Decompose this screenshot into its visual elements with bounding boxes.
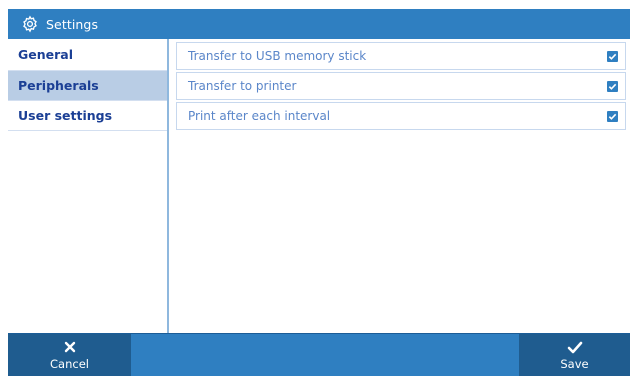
option-row-print-interval[interactable]: Print after each interval: [176, 102, 626, 130]
cancel-label: Cancel: [50, 357, 89, 371]
sidebar-item-label: General: [18, 47, 73, 62]
settings-window: Settings General Peripherals User settin…: [0, 0, 636, 376]
printer-transfer-checkbox[interactable]: [607, 80, 618, 92]
save-label: Save: [560, 357, 589, 371]
option-row-printer-transfer[interactable]: Transfer to printer: [176, 72, 626, 100]
peripherals-panel: Transfer to USB memory stick Transfer to…: [171, 39, 630, 333]
checkmark-icon: [567, 339, 583, 355]
gear-icon: [20, 14, 40, 34]
sidebar-item-label: Peripherals: [18, 78, 99, 93]
checkmark-icon: [608, 83, 617, 90]
option-row-usb-transfer[interactable]: Transfer to USB memory stick: [176, 42, 626, 70]
usb-transfer-checkbox[interactable]: [607, 50, 618, 62]
save-button[interactable]: Save: [519, 334, 630, 376]
footer-bar: Cancel Save: [8, 333, 630, 376]
option-label: Print after each interval: [188, 109, 331, 123]
option-label: Transfer to printer: [188, 79, 297, 93]
window-title: Settings: [46, 16, 99, 32]
title-bar: Settings: [8, 9, 630, 39]
print-interval-checkbox[interactable]: [607, 110, 618, 122]
sidebar: General Peripherals User settings: [8, 39, 169, 333]
sidebar-item-user-settings[interactable]: User settings: [8, 101, 167, 131]
checkmark-icon: [608, 53, 617, 60]
option-label: Transfer to USB memory stick: [188, 49, 367, 63]
cancel-button[interactable]: Cancel: [8, 334, 131, 376]
close-icon: [64, 339, 76, 355]
checkmark-icon: [608, 113, 617, 120]
sidebar-item-label: User settings: [18, 108, 113, 123]
sidebar-item-general[interactable]: General: [8, 39, 167, 71]
sidebar-item-peripherals[interactable]: Peripherals: [8, 71, 167, 101]
